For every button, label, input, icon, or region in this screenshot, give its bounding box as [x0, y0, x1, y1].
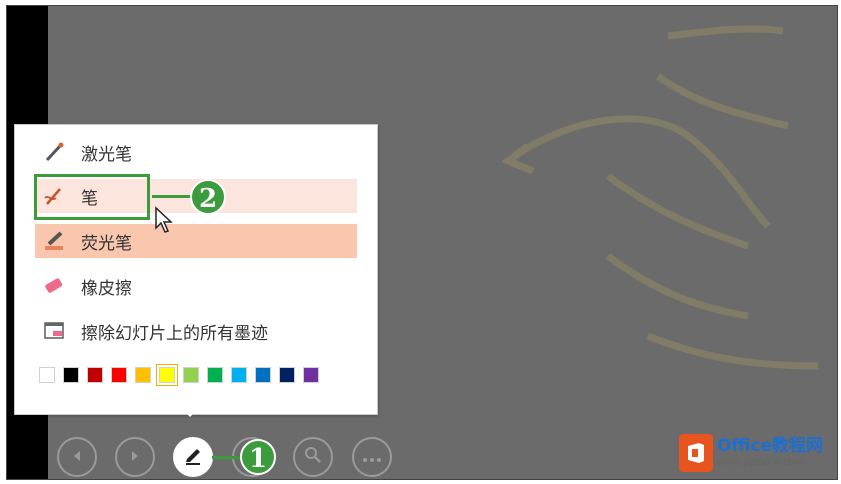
- color-swatch-dark-red[interactable]: [87, 367, 103, 383]
- menu-pointer: [178, 405, 202, 417]
- menu-item-eraser[interactable]: 橡皮擦: [35, 269, 357, 303]
- more-icon: [362, 448, 382, 467]
- zoom-icon: [303, 445, 323, 469]
- menu-item-label: 橡皮擦: [81, 278, 132, 299]
- eraser-icon: [41, 273, 67, 299]
- color-swatch-yellow[interactable]: [156, 364, 178, 386]
- menu-item-highlighter[interactable]: 荧光笔: [35, 224, 357, 258]
- office-logo-icon: [679, 434, 713, 472]
- color-swatch-light-blue[interactable]: [231, 367, 247, 383]
- highlighter-icon: [41, 228, 67, 254]
- erase-all-ink-icon: [41, 318, 67, 344]
- zoom-button[interactable]: [293, 437, 333, 477]
- menu-item-label: 擦除幻灯片上的所有墨迹: [81, 323, 268, 344]
- ink-color-palette: [39, 364, 327, 386]
- color-swatch-purple[interactable]: [303, 367, 319, 383]
- pen-icon: [182, 444, 204, 470]
- color-swatch-black[interactable]: [63, 367, 79, 383]
- color-swatch-light-green[interactable]: [183, 367, 199, 383]
- watermark-url: www.pptxxw.com: [717, 457, 805, 468]
- color-swatch-red[interactable]: [111, 367, 127, 383]
- menu-item-laser-pointer[interactable]: 激光笔: [35, 135, 357, 169]
- next-slide-button[interactable]: [115, 437, 155, 477]
- menu-item-label: 激光笔: [81, 144, 132, 165]
- callout-connector: [212, 456, 242, 459]
- color-swatch-white[interactable]: [39, 367, 55, 383]
- step-badge-2: 2: [190, 179, 226, 215]
- more-options-button[interactable]: [352, 437, 392, 477]
- ink-tools-menu: 激光笔 笔 荧光笔 橡皮擦 擦除幻灯片上的所有墨迹: [14, 124, 378, 415]
- watermark-name: Office教程网: [717, 436, 824, 456]
- color-swatch-green[interactable]: [207, 367, 223, 383]
- step-badge-1: 1: [240, 439, 276, 475]
- color-swatch-dark-blue[interactable]: [279, 367, 295, 383]
- pen-tools-button[interactable]: [173, 437, 213, 477]
- laser-pointer-icon: [41, 139, 67, 165]
- menu-item-label: 荧光笔: [81, 233, 132, 254]
- menu-item-erase-all-ink[interactable]: 擦除幻灯片上的所有墨迹: [35, 314, 357, 348]
- color-swatch-orange[interactable]: [135, 367, 151, 383]
- previous-slide-button[interactable]: [57, 437, 97, 477]
- callout-connector: [152, 195, 192, 198]
- previous-icon: [70, 448, 84, 467]
- pen-highlight-box: [34, 174, 150, 220]
- mouse-cursor-icon: [154, 206, 174, 238]
- color-swatch-blue[interactable]: [255, 367, 271, 383]
- watermark: Office教程网 www.pptxxw.com: [679, 434, 823, 472]
- next-icon: [128, 448, 142, 467]
